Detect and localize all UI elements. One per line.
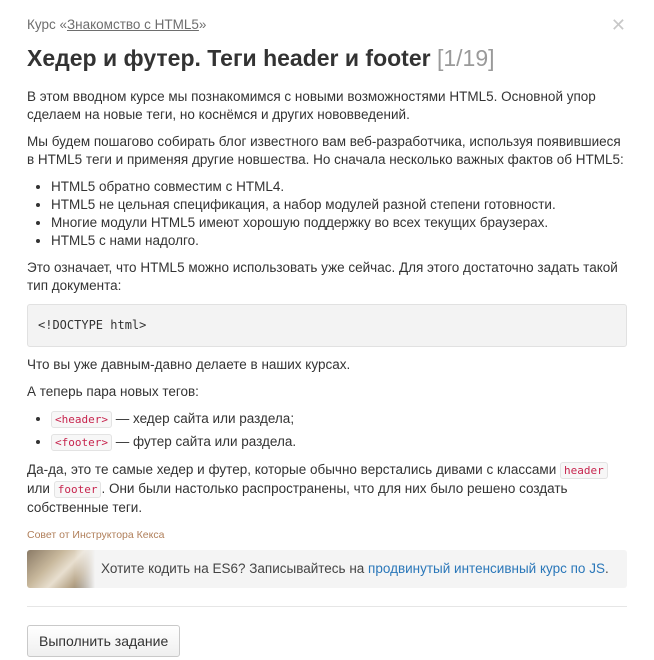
submit-task-button[interactable]: Выполнить задание (27, 625, 181, 657)
facts-list: HTML5 обратно совместим с HTML4. HTML5 н… (27, 178, 627, 250)
header-class-code: header (560, 462, 608, 479)
instructor-cat-photo (27, 550, 95, 588)
footer-tag-code: <footer> (51, 434, 112, 451)
breadcrumb-suffix: » (198, 17, 207, 32)
paragraph-new-tags: А теперь пара новых тегов: (27, 384, 199, 399)
tip-label: Совет от Инструктора Кекса (27, 529, 165, 541)
tip-end: . (604, 561, 609, 576)
facts-intro-paragraph: Мы будем пошагово собирать блог известно… (27, 134, 624, 167)
step-counter: [1/19] (436, 45, 495, 71)
close-icon[interactable]: ✕ (611, 16, 626, 34)
instructor-tip: Хотите кодить на ES6? Записывайтесь на п… (27, 550, 627, 588)
list-item: HTML5 обратно совместим с HTML4. (51, 178, 627, 196)
text-part: или (27, 481, 54, 496)
text-part: Да-да, это те самые хедер и футер, котор… (27, 462, 560, 477)
list-item: Многие модули HTML5 имеют хорошую поддер… (51, 214, 627, 232)
footer-tag-desc: — футер сайта или раздела. (111, 434, 297, 449)
tags-list: <header> — хедер сайта или раздела; <foo… (27, 410, 627, 452)
footer-class-code: footer (53, 481, 102, 498)
list-item: <footer> — футер сайта или раздела. (51, 433, 627, 452)
divider (27, 606, 627, 607)
doctype-code-block: <!DOCTYPE html> (27, 304, 627, 347)
tip-text: Хотите кодить на ES6? Записывайтесь на п… (95, 560, 609, 578)
breadcrumb: Курс «Знакомство с HTML5» (27, 16, 627, 34)
header-tag-code: <header> (51, 411, 112, 428)
list-item: <header> — хедер сайта или раздела; (51, 410, 627, 429)
list-item: HTML5 не цельная спецификация, а набор м… (51, 196, 627, 214)
tip-message: Хотите кодить на ES6? Записывайтесь на (101, 561, 369, 576)
js-course-link[interactable]: продвинутый интенсивный курс по JS (368, 561, 605, 576)
intro-paragraph: В этом вводном курсе мы познакомимся с н… (27, 89, 596, 122)
text-part: . Они были настолько распространены, что… (27, 481, 568, 515)
doctype-paragraph: Это означает, что HTML5 можно использова… (27, 260, 618, 293)
list-item: HTML5 с нами надолго. (51, 232, 627, 250)
course-link[interactable]: Знакомство с HTML5 (67, 17, 199, 32)
breadcrumb-prefix: Курс « (27, 17, 67, 32)
paragraph-courses: Что вы уже давным-давно делаете в наших … (27, 357, 351, 372)
page-title: Хедер и футер. Теги header и footer [1/1… (27, 44, 627, 72)
page-title-text: Хедер и футер. Теги header и footer (27, 45, 431, 71)
header-tag-desc: — хедер сайта или раздела; (111, 411, 295, 426)
task-page: Курс «Знакомство с HTML5» ✕ Хедер и футе… (0, 0, 654, 660)
paragraph-classes: Да-да, это те самые хедер и футер, котор… (27, 461, 627, 517)
